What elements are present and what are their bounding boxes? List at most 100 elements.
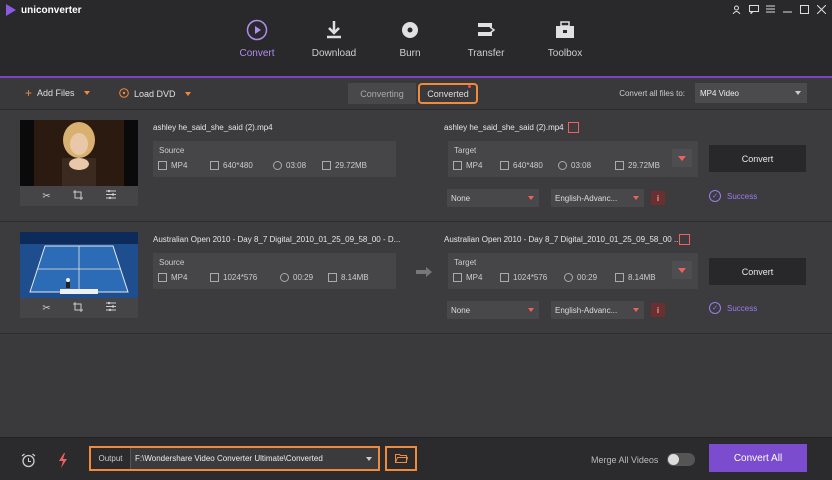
tab-converted[interactable]: Converted <box>418 83 478 104</box>
target-file-name: ashley he_said_she_said (2).mp4 <box>444 123 564 132</box>
source-label: Source <box>159 258 185 267</box>
cut-icon[interactable]: ✂ <box>42 191 50 202</box>
edit-icon[interactable] <box>679 234 690 245</box>
window-controls <box>730 3 828 15</box>
logo-icon <box>6 4 16 16</box>
video-thumbnail[interactable] <box>20 120 138 186</box>
size-info: 29.72MB <box>615 161 660 170</box>
resolution-info: 1024*576 <box>500 273 564 282</box>
audio-track-value: English-Advanc... <box>555 193 618 203</box>
tab-toolbox[interactable]: Toolbox <box>546 18 584 76</box>
tab-burn[interactable]: Burn <box>397 18 423 76</box>
chevron-down-icon[interactable] <box>366 457 372 461</box>
maximize-icon[interactable] <box>798 3 811 15</box>
size-info: 29.72MB <box>322 161 367 170</box>
duration-info: 00:29 <box>564 273 615 282</box>
audio-track-select[interactable]: English-Advanc... <box>551 189 644 207</box>
clock-icon <box>280 273 289 282</box>
convert-icon <box>245 18 269 42</box>
merge-toggle[interactable] <box>667 453 695 466</box>
size-info: 8.14MB <box>328 273 369 282</box>
message-icon[interactable] <box>747 3 760 15</box>
load-dvd-button[interactable]: Load DVD <box>119 88 191 100</box>
alarm-clock-icon[interactable] <box>21 453 36 470</box>
edit-icon[interactable] <box>568 122 579 133</box>
menu-icon[interactable] <box>764 3 777 15</box>
tab-burn-label: Burn <box>399 48 421 59</box>
target-size: 29.72MB <box>628 161 661 170</box>
tab-converting[interactable]: Converting <box>348 83 416 104</box>
status-label: Success <box>727 191 758 201</box>
info-icon[interactable]: i <box>651 303 665 317</box>
folder-icon <box>615 273 624 282</box>
target-resolution: 1024*576 <box>513 273 548 282</box>
subtitle-value: None <box>451 305 471 315</box>
duration-info: 03:08 <box>558 161 615 170</box>
resolution-icon <box>210 161 219 170</box>
download-icon <box>322 18 346 42</box>
account-icon[interactable] <box>730 3 743 15</box>
output-format-select[interactable]: MP4 Video <box>695 83 807 103</box>
tab-convert[interactable]: Convert <box>236 18 278 76</box>
source-duration: 03:08 <box>286 161 307 170</box>
folder-icon <box>328 273 337 282</box>
effects-icon[interactable] <box>105 189 116 202</box>
target-format: MP4 <box>466 273 483 282</box>
chevron-down-icon <box>633 196 639 200</box>
resolution-icon <box>500 273 509 282</box>
convert-all-to-label: Convert all files to: <box>619 89 685 98</box>
output-format-value: MP4 Video <box>700 88 739 98</box>
effects-icon[interactable] <box>105 301 116 314</box>
target-meta: MP4 640*480 03:08 29.72MB <box>453 161 660 170</box>
audio-track-select[interactable]: English-Advanc... <box>551 301 644 319</box>
add-files-button[interactable]: + Add Files <box>25 85 90 100</box>
tab-toolbox-label: Toolbox <box>547 48 583 59</box>
source-size: 8.14MB <box>341 273 369 282</box>
source-label: Source <box>159 146 185 155</box>
lightning-icon[interactable] <box>58 453 68 470</box>
target-duration: 00:29 <box>577 273 598 282</box>
output-label: Output <box>91 448 131 469</box>
target-settings-dropdown[interactable] <box>672 261 692 279</box>
tab-transfer-label: Transfer <box>467 48 505 59</box>
app-title: uniconverter <box>21 4 82 16</box>
resolution-icon <box>210 273 219 282</box>
thumbnail-toolbar: ✂ <box>20 186 138 206</box>
tab-download-label: Download <box>311 48 357 59</box>
format-info: MP4 <box>158 161 210 170</box>
plus-icon: + <box>25 85 33 100</box>
close-icon[interactable] <box>815 3 828 15</box>
source-duration: 00:29 <box>293 273 314 282</box>
chevron-down-icon <box>795 91 801 95</box>
tab-download[interactable]: Download <box>311 18 357 76</box>
crop-icon[interactable] <box>73 301 84 315</box>
convert-button[interactable]: Convert <box>709 258 806 285</box>
crop-icon[interactable] <box>73 189 84 203</box>
format-info: MP4 <box>453 161 500 170</box>
merge-all-label: Merge All Videos <box>591 455 659 465</box>
video-thumbnail[interactable] <box>20 232 138 298</box>
output-path-field[interactable]: Output F:\Wondershare Video Converter Ul… <box>89 446 380 471</box>
film-icon <box>453 273 462 282</box>
target-info: Target MP4 1024*576 00:29 8.14MB <box>448 253 698 289</box>
open-folder-button[interactable] <box>385 446 417 471</box>
cut-icon[interactable]: ✂ <box>42 303 50 314</box>
tab-converted-label: Converted <box>427 88 469 99</box>
source-resolution: 1024*576 <box>223 273 258 282</box>
tab-transfer[interactable]: Transfer <box>466 18 506 76</box>
chevron-down-icon[interactable] <box>83 91 90 95</box>
target-settings-dropdown[interactable] <box>672 149 692 167</box>
chevron-down-icon[interactable] <box>184 92 191 96</box>
convert-all-button[interactable]: Convert All <box>709 444 807 472</box>
info-icon[interactable]: i <box>651 191 665 205</box>
target-resolution: 640*480 <box>513 161 543 170</box>
subtitle-select[interactable]: None <box>447 301 539 319</box>
minimize-icon[interactable] <box>781 3 794 15</box>
source-info: Source MP4 640*480 03:08 29.72MB <box>153 141 396 177</box>
clock-icon <box>273 161 282 170</box>
subtitle-select[interactable]: None <box>447 189 539 207</box>
source-resolution: 640*480 <box>223 161 253 170</box>
convert-button[interactable]: Convert <box>709 145 806 172</box>
source-file-name: ashley he_said_she_said (2).mp4 <box>153 123 273 132</box>
target-info: Target MP4 640*480 03:08 29.72MB <box>448 141 698 177</box>
